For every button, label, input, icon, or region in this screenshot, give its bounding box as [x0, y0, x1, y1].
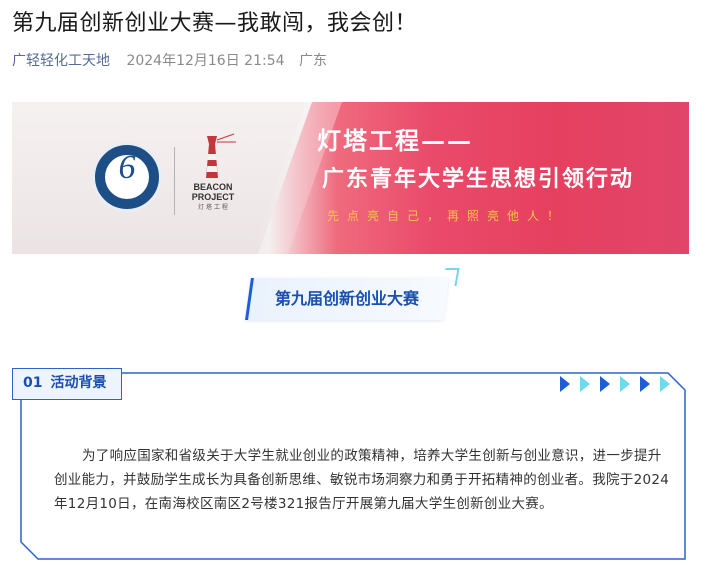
beacon-project-wordmark: BEACON PROJECT	[191, 182, 235, 202]
section-tag-label: 活动背景	[50, 375, 107, 391]
background-card: 01 活动背景 为了响应国家和省级关于大学生就业创业的政策精神，培养大学生创新与创…	[12, 364, 688, 560]
section-tag-number: 01	[23, 375, 43, 391]
section-title-block: 第九届创新创业大赛	[245, 268, 460, 320]
banner-divider	[174, 147, 175, 215]
article-title: 第九届创新创业大赛—我敢闯，我会创！	[12, 11, 418, 36]
publish-date: 2024年12月16日 21:54	[126, 53, 285, 69]
background-paragraph: 为了响应国家和省级关于大学生就业创业的政策精神，培养大学生创新与创业意识，进一步…	[54, 448, 670, 512]
article-meta: 广轻轻化工天地 2024年12月16日 21:54 广东	[12, 50, 327, 72]
beacon-project-banner: 6 BEACON PROJECT 灯 塔 工 程 灯塔工程—— 广东青年大学生思…	[12, 102, 689, 254]
beacon-project-subtitle: 灯 塔 工 程	[198, 204, 228, 211]
chevron-arrows-icon	[560, 376, 670, 392]
college-logo-icon: 6	[92, 142, 162, 212]
article-page: 第九届创新创业大赛—我敢闯，我会创！ 广轻轻化工天地 2024年12月16日 2…	[0, 0, 714, 565]
corner-bracket-icon	[442, 268, 460, 286]
publish-location: 广东	[298, 53, 327, 69]
section-tag: 01 活动背景	[12, 368, 122, 400]
banner-slogan: 先点亮自己，再照亮他人！	[327, 209, 568, 223]
banner-heading: 灯塔工程——	[317, 127, 473, 155]
section-title: 第九届创新创业大赛	[274, 289, 419, 308]
banner-subheading: 广东青年大学生思想引领行动	[322, 167, 635, 192]
account-name-link[interactable]: 广轻轻化工天地	[12, 53, 110, 69]
